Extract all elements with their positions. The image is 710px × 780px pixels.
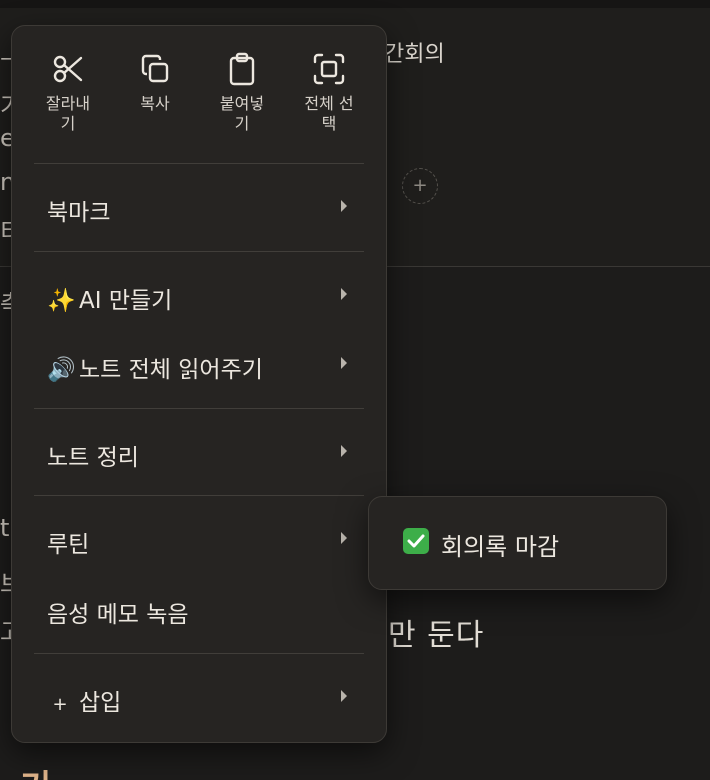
menu-divider <box>34 408 364 409</box>
menu-item-label: 노트 정리 <box>47 445 139 471</box>
cut-label: 잘라내 기 <box>45 94 91 133</box>
menu-item-label: AI 만들기 <box>79 288 173 314</box>
menu-item-organize[interactable]: 노트 정리 <box>12 424 386 480</box>
menu-item-label-wrap: + 삽입 <box>47 683 121 717</box>
chevron-right-icon <box>338 687 350 709</box>
sparkles-icon: ✨ <box>47 288 76 314</box>
menu-item-routine[interactable]: 루틴 <box>12 511 386 567</box>
clipboard-icon <box>198 52 286 86</box>
speaker-icon: 🔊 <box>47 357 76 383</box>
menu-item-bookmark[interactable]: 북마크 <box>12 179 386 235</box>
select-all-button[interactable]: 전체 선 택 <box>285 52 373 134</box>
plus-icon: + <box>52 694 68 715</box>
paste-label: 붙여넣 기 <box>219 94 265 133</box>
menu-item-label: 북마크 <box>47 200 111 226</box>
copy-icon <box>111 52 199 86</box>
menu-item-read-aloud[interactable]: 🔊 노트 전체 읽어주기 <box>12 336 386 392</box>
routine-submenu: 회의록 마감 <box>368 496 667 590</box>
menu-item-label-wrap: 🔊 노트 전체 읽어주기 <box>47 350 263 384</box>
menu-divider <box>34 653 364 654</box>
menu-item-voice-memo[interactable]: 음성 메모 녹음 <box>12 581 386 637</box>
copy-button[interactable]: 복사 <box>111 52 199 114</box>
paste-button[interactable]: 붙여넣 기 <box>198 52 286 134</box>
menu-divider <box>34 163 364 164</box>
submenu-item-label: 회의록 마감 <box>441 533 560 561</box>
select-all-label: 전체 선 택 <box>304 94 354 133</box>
chevron-right-icon <box>338 354 350 376</box>
chevron-right-icon <box>338 529 350 551</box>
context-menu: 잘라내 기 복사 붙여넣 기 전체 선 택 북마크 ✨ AI 만들기 🔊 노트 … <box>11 25 387 743</box>
select-all-icon <box>285 52 373 86</box>
menu-item-ai-create[interactable]: ✨ AI 만들기 <box>12 267 386 323</box>
menu-item-label: 루틴 <box>47 532 90 558</box>
edit-actions-row: 잘라내 기 복사 붙여넣 기 전체 선 택 <box>12 26 386 156</box>
menu-divider <box>34 495 364 496</box>
chevron-right-icon <box>338 285 350 307</box>
submenu-item-meeting-close[interactable]: 회의록 마감 <box>369 515 666 571</box>
body-text-fragment: 만 둔다 <box>388 618 485 653</box>
check-mark-button-icon <box>403 528 429 554</box>
chevron-right-icon <box>338 442 350 464</box>
menu-divider <box>34 251 364 252</box>
menu-item-label: 음성 메모 녹음 <box>47 602 189 628</box>
note-title-fragment: 간회의 <box>384 42 445 67</box>
note-editor: 간회의 + ㅡ 기 e n 티 측 t 브 고 만 둔다 기 잘라내 기 <box>0 0 710 780</box>
cut-button[interactable]: 잘라내 기 <box>24 52 112 134</box>
menu-item-label: 노트 전체 읽어주기 <box>79 357 263 383</box>
scissors-icon <box>24 52 112 86</box>
menu-item-insert[interactable]: + 삽입 <box>12 669 386 725</box>
add-tag-button[interactable]: + <box>402 168 438 204</box>
top-strip <box>0 0 710 8</box>
menu-item-label: 삽입 <box>79 690 122 716</box>
heading-fragment: 기 <box>20 760 51 780</box>
menu-item-label-wrap: ✨ AI 만들기 <box>47 281 172 315</box>
copy-label: 복사 <box>140 94 170 113</box>
chevron-right-icon <box>338 197 350 219</box>
